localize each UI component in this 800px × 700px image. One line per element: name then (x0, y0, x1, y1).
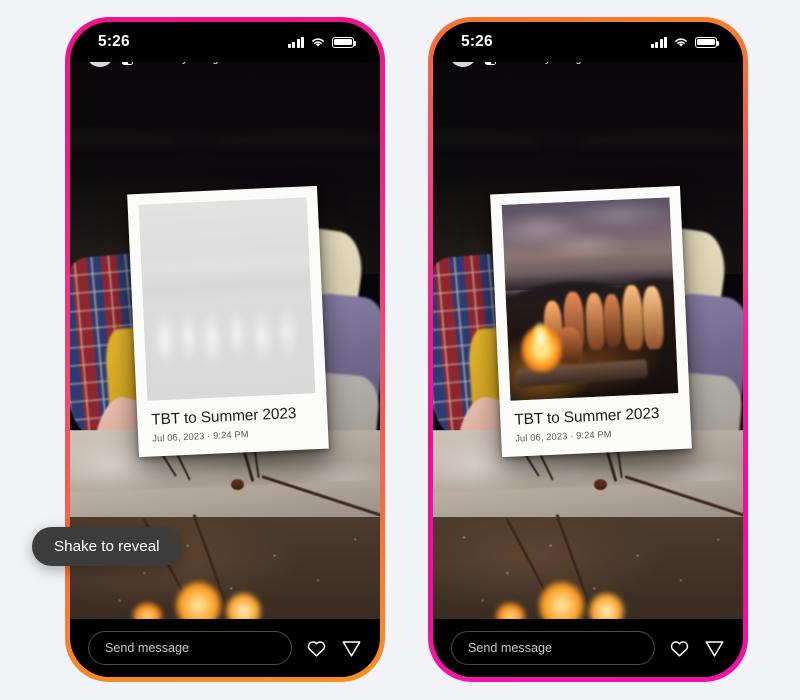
heart-icon[interactable] (669, 638, 690, 659)
polaroid-hidden-overlay (138, 197, 316, 401)
send-icon[interactable] (704, 638, 725, 659)
cellular-signal-icon (651, 36, 667, 48)
status-system-icons (288, 36, 357, 48)
story-footer-left: Send message (70, 619, 380, 677)
heart-icon[interactable] (306, 638, 327, 659)
send-icon[interactable] (341, 638, 362, 659)
background-fire-pit (433, 429, 743, 619)
send-message-input[interactable]: Send message (451, 631, 655, 665)
phone-screen-right: 5:26 TBT to Summer 2023 Jul 06, 2023 · 9… (433, 22, 743, 677)
phone-screen-left: 5:26 TBT to Summer 2023 Jul 06, 2023 · 9… (70, 22, 380, 677)
polaroid-caption: TBT to Summer 2023 Jul 06, 2023 · 9:24 P… (511, 393, 681, 457)
story-footer-right: Send message (433, 619, 743, 677)
polaroid-caption: TBT to Summer 2023 Jul 06, 2023 · 9:24 P… (148, 393, 318, 457)
status-clock: 5:26 (461, 33, 493, 50)
phone-mockup-left: 5:26 TBT to Summer 2023 Jul 06, 2023 · 9… (32, 17, 385, 682)
polaroid-campfire-image (501, 197, 679, 401)
polaroid-photo (138, 197, 316, 401)
cellular-signal-icon (288, 36, 304, 48)
battery-full-icon (332, 36, 357, 48)
polaroid-card-revealed[interactable]: TBT to Summer 2023 Jul 06, 2023 · 9:24 P… (490, 185, 692, 458)
battery-full-icon (695, 36, 720, 48)
screenshot-stage: 5:26 TBT to Summer 2023 Jul 06, 2023 · 9… (0, 0, 800, 700)
polaroid-card-hidden[interactable]: TBT to Summer 2023 Jul 06, 2023 · 9:24 P… (127, 185, 329, 458)
status-bar-left: 5:26 (70, 22, 380, 62)
shake-to-reveal-tooltip: Shake to reveal (32, 527, 182, 566)
background-fire-pit (70, 429, 380, 619)
polaroid-photo (501, 197, 679, 401)
wifi-icon (312, 38, 324, 47)
status-bar-right: 5:26 (433, 22, 743, 62)
send-message-input[interactable]: Send message (88, 631, 292, 665)
status-clock: 5:26 (98, 33, 130, 50)
status-system-icons (651, 36, 720, 48)
wifi-icon (675, 38, 687, 47)
phone-mockup-right: 5:26 TBT to Summer 2023 Jul 06, 2023 · 9… (428, 17, 748, 682)
